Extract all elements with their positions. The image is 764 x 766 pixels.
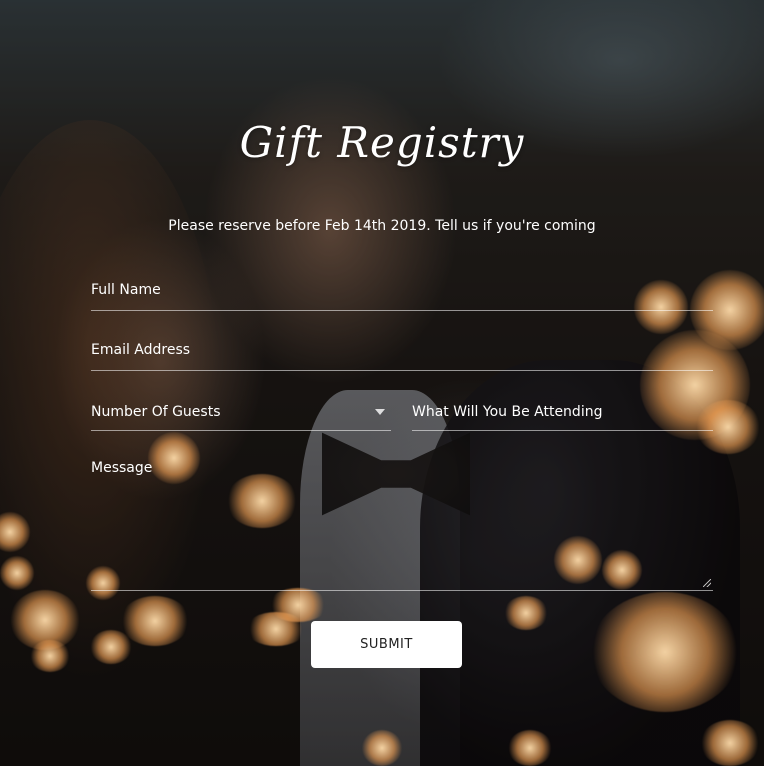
submit-button[interactable]: SUBMIT — [311, 621, 462, 668]
attending-field[interactable]: What Will You Be Attending — [412, 404, 713, 431]
rsvp-form: Gift Registry Please reserve before Feb … — [0, 0, 764, 766]
full-name-field[interactable]: Full Name — [91, 282, 713, 311]
resize-handle-icon[interactable] — [703, 579, 711, 587]
guests-label: Number Of Guests — [91, 404, 221, 420]
email-field[interactable]: Email Address — [91, 342, 713, 371]
chevron-down-icon — [375, 409, 385, 415]
message-textarea[interactable]: Message — [91, 460, 713, 591]
background-photo: Gift Registry Please reserve before Feb … — [0, 0, 764, 766]
guests-select[interactable]: Number Of Guests — [91, 404, 391, 431]
form-subtitle: Please reserve before Feb 14th 2019. Tel… — [168, 218, 596, 234]
attending-label: What Will You Be Attending — [412, 404, 603, 420]
full-name-label: Full Name — [91, 282, 161, 298]
message-label: Message — [91, 460, 153, 476]
email-label: Email Address — [91, 342, 191, 358]
form-title: Gift Registry — [239, 118, 525, 167]
